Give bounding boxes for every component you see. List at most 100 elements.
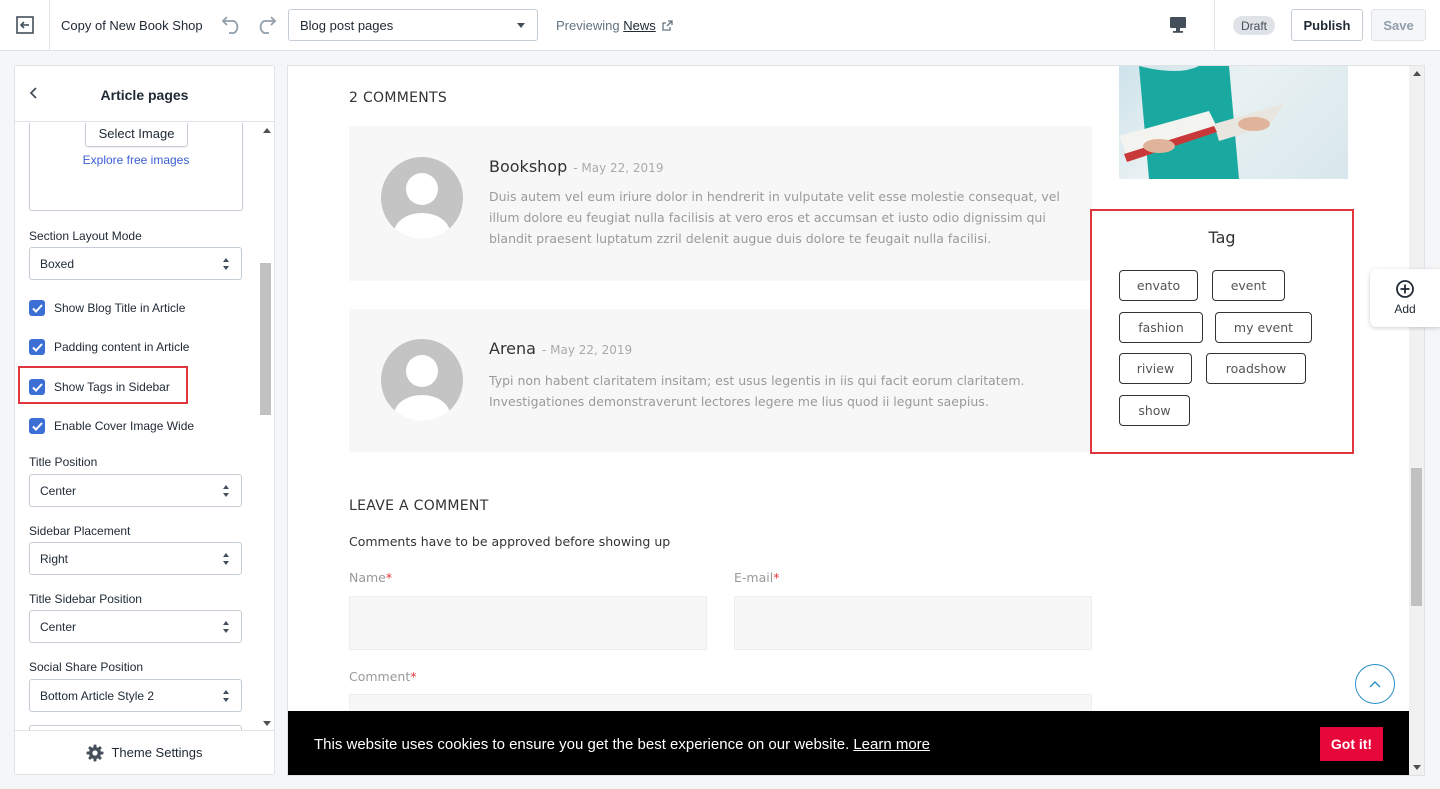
required-mark: * bbox=[410, 669, 417, 684]
scroll-up-icon[interactable] bbox=[263, 128, 271, 133]
email-label: E-mail* bbox=[734, 570, 779, 585]
page-template-value: Blog post pages bbox=[300, 18, 394, 33]
comment-item: Bookshop - May 22, 2019 Duis autem vel eu… bbox=[349, 126, 1092, 281]
scroll-up-icon[interactable] bbox=[1413, 71, 1421, 76]
gear-icon bbox=[86, 744, 104, 761]
previewing-label: Previewing bbox=[556, 18, 620, 33]
sidebar-body: Select Image Explore free images Section… bbox=[15, 123, 274, 731]
sidebar-placement-select[interactable]: Right bbox=[29, 542, 242, 575]
select-arrows-icon bbox=[223, 690, 229, 702]
redo-icon bbox=[259, 16, 277, 34]
checkbox-show-tags-sidebar[interactable]: Show Tags in Sidebar bbox=[29, 378, 170, 396]
cookie-message: This website uses cookies to ensure you … bbox=[314, 736, 930, 753]
checkbox-checked-icon[interactable] bbox=[29, 379, 45, 395]
comment-author-line: Arena - May 22, 2019 bbox=[489, 339, 632, 358]
tag-chip[interactable]: show bbox=[1119, 395, 1190, 426]
page-template-select[interactable]: Blog post pages bbox=[288, 9, 538, 41]
title-sidebar-position-value: Center bbox=[40, 620, 77, 634]
theme-settings-label: Theme Settings bbox=[111, 745, 203, 760]
title-position-value: Center bbox=[40, 484, 77, 498]
title-sidebar-position-select[interactable]: Center bbox=[29, 610, 242, 643]
tag-chip[interactable]: envato bbox=[1119, 270, 1198, 301]
checkbox-padding-content[interactable]: Padding content in Article bbox=[29, 338, 189, 356]
required-mark: * bbox=[773, 570, 780, 585]
exit-editor-button[interactable] bbox=[0, 0, 50, 50]
leave-comment-heading: LEAVE A COMMENT bbox=[349, 498, 489, 514]
divider bbox=[1214, 0, 1215, 50]
sidebar-book-image bbox=[1119, 66, 1348, 179]
scroll-down-icon[interactable] bbox=[263, 721, 271, 726]
learn-more-link[interactable]: Learn more bbox=[853, 736, 930, 753]
tag-widget-title: Tag bbox=[1208, 228, 1236, 247]
publish-button[interactable]: Publish bbox=[1291, 9, 1363, 41]
image-picker: Select Image Explore free images bbox=[29, 123, 243, 211]
select-image-button[interactable]: Select Image bbox=[85, 123, 188, 147]
comment-date: - May 22, 2019 bbox=[573, 161, 664, 175]
title-sidebar-position-label: Title Sidebar Position bbox=[29, 592, 142, 606]
theme-settings-button[interactable]: Theme Settings bbox=[15, 730, 274, 774]
store-preview: 2 COMMENTS Bookshop - May 22, 2019 Duis a… bbox=[287, 65, 1425, 776]
scroll-down-icon[interactable] bbox=[1413, 765, 1421, 770]
comment-author: Bookshop bbox=[489, 157, 568, 176]
external-link-icon[interactable] bbox=[662, 20, 674, 31]
sidebar-placement-label: Sidebar Placement bbox=[29, 524, 131, 538]
tag-chip[interactable]: my event bbox=[1215, 312, 1312, 343]
name-input[interactable] bbox=[349, 596, 707, 650]
avatar bbox=[381, 157, 463, 239]
name-label: Name* bbox=[349, 570, 392, 585]
sidebar-scrollbar[interactable] bbox=[259, 123, 273, 731]
comment-label-text: Comment bbox=[349, 669, 411, 684]
comment-text: Duis autem vel eum iriure dolor in hendr… bbox=[489, 189, 1060, 246]
monitor-icon bbox=[1170, 17, 1186, 33]
social-share-select[interactable]: Bottom Article Style 2 bbox=[29, 679, 242, 712]
checkbox-checked-icon[interactable] bbox=[29, 418, 45, 434]
avatar bbox=[381, 339, 463, 421]
checkbox-checked-icon[interactable] bbox=[29, 339, 45, 355]
comment-author: Arena bbox=[489, 339, 536, 358]
tag-chip[interactable]: fashion bbox=[1119, 312, 1203, 343]
scrollbar-thumb[interactable] bbox=[260, 263, 271, 415]
undo-button[interactable] bbox=[220, 13, 244, 40]
previewing-link[interactable]: News bbox=[623, 18, 656, 33]
cookie-message-text: This website uses cookies to ensure you … bbox=[314, 736, 850, 753]
email-input[interactable] bbox=[734, 596, 1092, 650]
chevron-up-icon bbox=[1369, 681, 1381, 688]
save-button[interactable]: Save bbox=[1371, 9, 1426, 41]
checkbox-label: Enable Cover Image Wide bbox=[54, 419, 195, 433]
preview-scrollbar[interactable] bbox=[1409, 66, 1424, 775]
comments-heading: 2 COMMENTS bbox=[349, 90, 448, 106]
tag-widget: Tag envato event fashion my event riview… bbox=[1090, 209, 1354, 454]
select-arrows-icon bbox=[223, 258, 229, 270]
sidebar-header: Article pages bbox=[15, 66, 274, 122]
sidebar-title: Article pages bbox=[100, 87, 189, 103]
select-arrows-icon bbox=[223, 621, 229, 633]
scrollbar-thumb[interactable] bbox=[1411, 468, 1422, 606]
checkbox-show-blog-title[interactable]: Show Blog Title in Article bbox=[29, 299, 185, 317]
checkbox-checked-icon[interactable] bbox=[29, 300, 45, 316]
title-position-label: Title Position bbox=[29, 455, 98, 469]
email-label-text: E-mail bbox=[734, 570, 774, 585]
add-section-button[interactable]: Add bbox=[1370, 269, 1440, 327]
settings-sidebar: Article pages Select Image Explore free … bbox=[14, 65, 275, 775]
tag-chip[interactable]: riview bbox=[1119, 353, 1192, 384]
status-badge: Draft bbox=[1233, 16, 1276, 35]
checkbox-label: Show Tags in Sidebar bbox=[54, 380, 170, 394]
tag-chip[interactable]: roadshow bbox=[1206, 353, 1306, 384]
title-position-select[interactable]: Center bbox=[29, 474, 242, 507]
section-layout-select[interactable]: Boxed bbox=[29, 247, 242, 280]
cookie-accept-button[interactable]: Got it! bbox=[1320, 727, 1383, 761]
plus-circle-icon bbox=[1396, 280, 1414, 298]
exit-icon bbox=[15, 16, 34, 34]
back-to-top-button[interactable] bbox=[1355, 664, 1395, 704]
checkbox-cover-image-wide[interactable]: Enable Cover Image Wide bbox=[29, 417, 194, 435]
add-label: Add bbox=[1394, 302, 1416, 316]
comment-item: Arena - May 22, 2019 Typi non habent clar… bbox=[349, 309, 1092, 452]
section-layout-value: Boxed bbox=[40, 257, 75, 271]
explore-images-link[interactable]: Explore free images bbox=[30, 153, 242, 167]
comment-author-line: Bookshop - May 22, 2019 bbox=[489, 157, 663, 176]
desktop-view-button[interactable] bbox=[1168, 14, 1188, 39]
redo-button[interactable] bbox=[254, 13, 278, 40]
top-bar: Copy of New Book Shop Blog post pages Pr… bbox=[0, 0, 1440, 51]
sidebar-placement-value: Right bbox=[40, 552, 69, 566]
tag-chip[interactable]: event bbox=[1212, 270, 1285, 301]
